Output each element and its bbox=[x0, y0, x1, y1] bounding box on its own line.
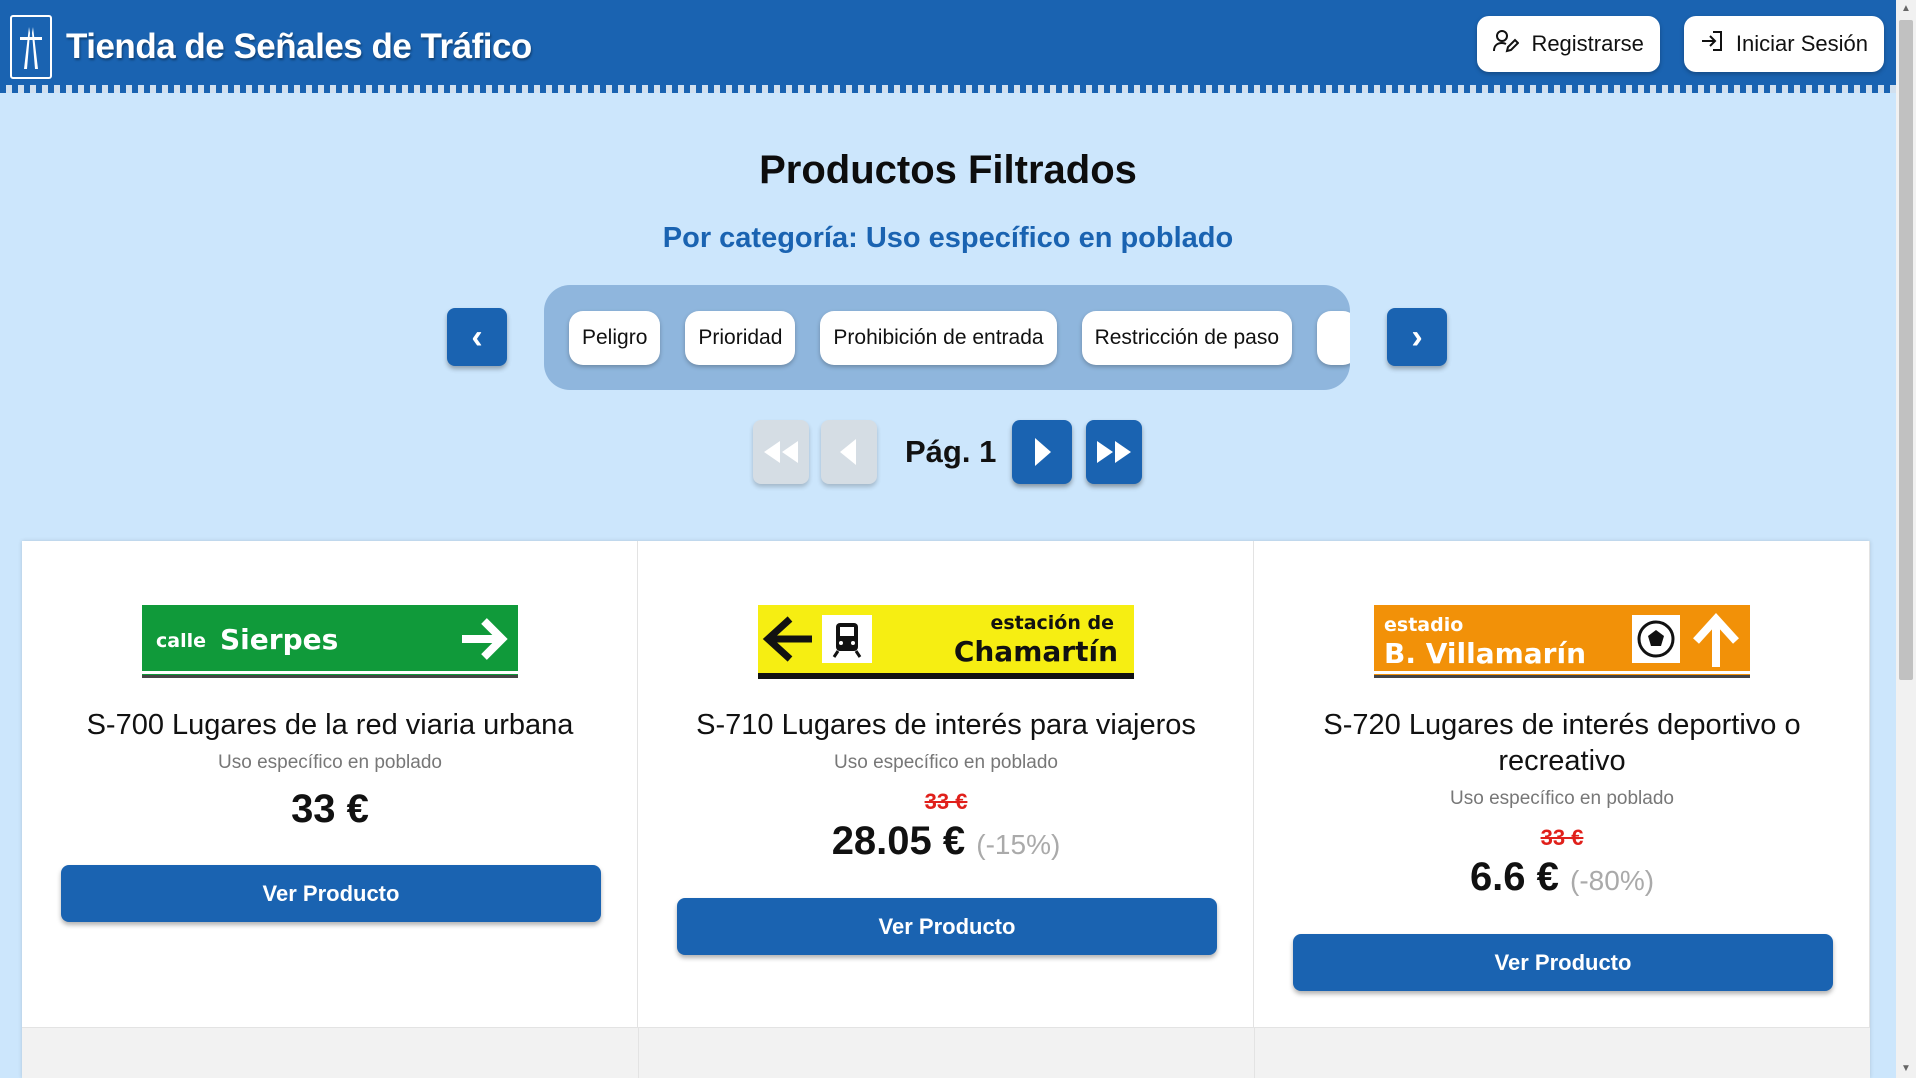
chevron-right-icon: › bbox=[1411, 317, 1423, 356]
product-discount: (-15%) bbox=[976, 829, 1061, 860]
triangle-left-icon bbox=[840, 439, 856, 465]
category-chip-partial[interactable] bbox=[1317, 310, 1350, 365]
product-category: Uso específico en poblado bbox=[1450, 788, 1674, 809]
view-product-button[interactable]: Ver Producto bbox=[61, 865, 601, 922]
view-product-button[interactable]: Ver Producto bbox=[677, 898, 1217, 955]
category-chip-prioridad[interactable]: Prioridad bbox=[685, 310, 796, 365]
product-card: estación de Chamartín S-710 Lugares de i… bbox=[638, 541, 1254, 1027]
login-icon bbox=[1700, 29, 1724, 59]
carousel-prev-button[interactable]: ‹ bbox=[447, 308, 507, 366]
category-chip-prohibicion[interactable]: Prohibición de entrada bbox=[820, 310, 1057, 365]
product-old-price: 33 € bbox=[924, 789, 968, 814]
sign-big-text: Chamartín bbox=[954, 635, 1118, 668]
product-price: 33 € bbox=[291, 787, 369, 831]
page-title: Productos Filtrados bbox=[759, 148, 1137, 192]
category-carousel: Peligro Prioridad Prohibición de entrada… bbox=[544, 285, 1350, 390]
scroll-up-icon[interactable]: ▲ bbox=[1896, 0, 1916, 18]
product-card: calle Sierpes S-700 Lugares de la red vi… bbox=[22, 541, 638, 1027]
chevron-left-icon: ‹ bbox=[471, 317, 483, 356]
top-header: Tienda de Señales de Tráfico Registrarse bbox=[0, 0, 1896, 93]
product-old-price: 33 € bbox=[1540, 825, 1584, 850]
double-left-icon bbox=[764, 441, 798, 463]
prev-page-button[interactable] bbox=[821, 420, 877, 484]
column-divider bbox=[1254, 1028, 1255, 1078]
column-divider bbox=[638, 1028, 639, 1078]
product-name[interactable]: S-710 Lugares de interés para viajeros bbox=[668, 707, 1224, 743]
triangle-right-icon bbox=[1035, 438, 1051, 466]
product-price-row: 28.05 € (-15%) bbox=[638, 819, 1254, 864]
sign-small-text: estación de bbox=[990, 612, 1114, 634]
category-subtitle: Por categoría: Uso específico en poblado bbox=[662, 222, 1234, 254]
carousel-next-button[interactable]: › bbox=[1387, 308, 1447, 366]
page-number-label: Pág. 1 bbox=[905, 434, 997, 469]
product-price: 28.05 € bbox=[831, 819, 966, 863]
product-name[interactable]: S-720 Lugares de interés deportivo o rec… bbox=[1284, 707, 1840, 779]
motorway-logo-icon bbox=[10, 14, 52, 79]
view-product-button[interactable]: Ver Producto bbox=[1293, 934, 1833, 991]
first-page-button[interactable] bbox=[753, 420, 809, 484]
sign-big-text: B. Villamarín bbox=[1384, 637, 1586, 670]
brand[interactable]: Tienda de Señales de Tráfico bbox=[10, 14, 532, 79]
scroll-thumb[interactable] bbox=[1899, 20, 1913, 680]
sign-image-s720[interactable]: estadio B. Villamarín bbox=[1374, 605, 1750, 679]
last-page-button[interactable] bbox=[1086, 420, 1142, 484]
double-right-icon bbox=[1097, 441, 1131, 463]
product-price-row: 6.6 € (-80%) bbox=[1254, 855, 1870, 900]
sign-small-text: estadio bbox=[1384, 614, 1463, 636]
pagination: Pág. 1 bbox=[0, 420, 1896, 486]
login-button[interactable]: Iniciar Sesión bbox=[1683, 15, 1884, 72]
product-card: estadio B. Villamarín S-720 Lugares de i… bbox=[1254, 541, 1870, 1027]
product-category: Uso específico en poblado bbox=[218, 752, 442, 773]
register-label: Registrarse bbox=[1531, 30, 1644, 56]
next-row-cards bbox=[22, 1027, 1870, 1078]
user-edit-icon bbox=[1493, 29, 1520, 59]
sign-image-s700[interactable]: calle Sierpes bbox=[142, 605, 518, 679]
product-name[interactable]: S-700 Lugares de la red viaria urbana bbox=[52, 707, 608, 743]
category-chip-restriccion[interactable]: Restricción de paso bbox=[1081, 310, 1293, 365]
product-price: 6.6 € bbox=[1469, 855, 1559, 899]
login-label: Iniciar Sesión bbox=[1735, 30, 1868, 56]
site-title: Tienda de Señales de Tráfico bbox=[66, 26, 532, 66]
product-grid: calle Sierpes S-700 Lugares de la red vi… bbox=[22, 541, 1870, 1078]
next-page-button[interactable] bbox=[1012, 420, 1072, 484]
product-discount: (-80%) bbox=[1570, 865, 1655, 896]
register-button[interactable]: Registrarse bbox=[1477, 15, 1660, 72]
page-scrollbar[interactable]: ▲ ▼ bbox=[1896, 0, 1916, 1078]
sign-image-s710[interactable]: estación de Chamartín bbox=[758, 605, 1134, 679]
product-category: Uso específico en poblado bbox=[834, 752, 1058, 773]
sign-big-text: Sierpes bbox=[220, 623, 338, 656]
sign-small-text: calle bbox=[156, 630, 206, 652]
category-chip-peligro[interactable]: Peligro bbox=[569, 310, 661, 365]
scroll-down-icon[interactable]: ▼ bbox=[1896, 1060, 1916, 1078]
